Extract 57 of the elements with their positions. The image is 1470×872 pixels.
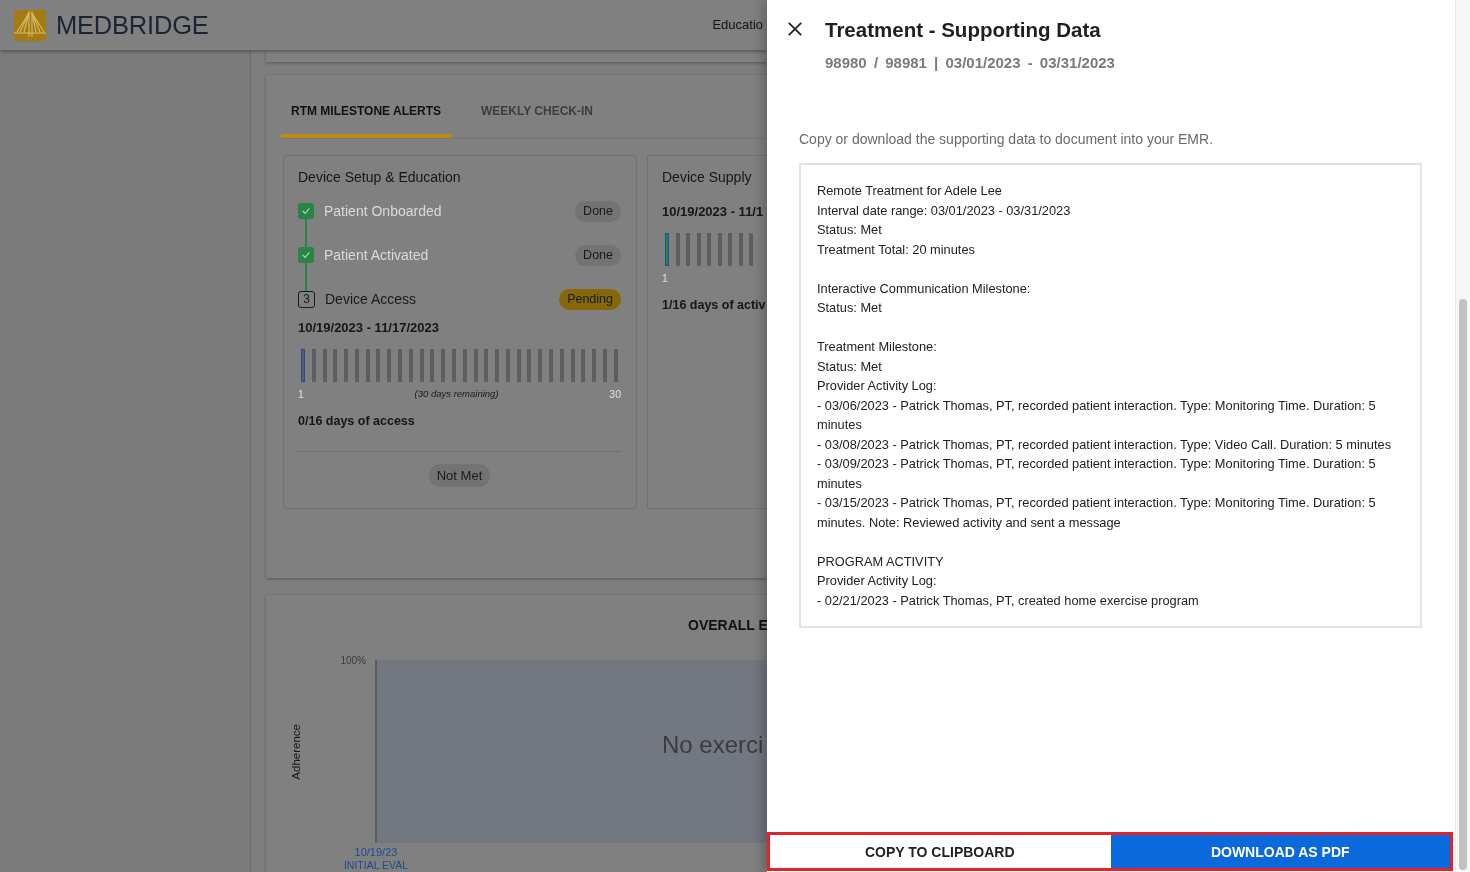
report-line: Status: Met xyxy=(817,221,883,239)
report-line: - 03/09/2023 - Patrick Thomas, PT, recorded patient interaction. Type: Monitoring Time. Duration: 5 minutes xyxy=(817,455,1377,493)
report-line: Interactive Communication Milestone: xyxy=(817,279,1032,298)
connector-line xyxy=(305,263,307,291)
report-line: Status: Met xyxy=(817,357,883,376)
step-label: Device Access xyxy=(325,290,417,308)
close-icon xyxy=(788,22,802,36)
report-line: Remote Treatment for Adele Lee xyxy=(817,182,1003,200)
check-icon xyxy=(298,203,314,219)
step-number: 3 xyxy=(298,290,315,308)
tab[interactable]: WEEKLY CHECK-IN xyxy=(471,88,603,138)
close-button[interactable] xyxy=(787,21,803,37)
result-badge: Not Met xyxy=(428,464,491,487)
scrollbar-track[interactable] xyxy=(1455,0,1470,872)
nav-link[interactable]: Educatio xyxy=(712,17,763,33)
logo-icon xyxy=(14,9,46,41)
report-line: Interval date range: 03/01/2023 - 03/31/2023 xyxy=(817,201,1072,220)
scale-label: 30 xyxy=(609,388,621,400)
report-line: Treatment Total: 20 minutes xyxy=(817,240,976,259)
report-line: Status: Met xyxy=(817,299,883,317)
axis-tick-label: 100% xyxy=(340,655,366,666)
check-icon xyxy=(298,247,314,263)
status-badge: Pending xyxy=(559,288,621,310)
step-label: Patient Onboarded xyxy=(324,202,442,220)
drawer-description: Copy or download the supporting data to document into your EMR. xyxy=(799,130,1215,148)
date-range: 10/19/2023 - 11/1 xyxy=(662,204,764,220)
report-line: Provider Activity Log: xyxy=(817,377,938,395)
date-range: 10/19/2023 - 11/17/2023 xyxy=(298,320,439,336)
scale-label: 1 xyxy=(662,272,668,284)
days-summary: 1/16 days of activ xyxy=(662,297,766,313)
chart-title: OVERALL E xyxy=(688,616,767,634)
report-line: Treatment Milestone: xyxy=(817,338,938,356)
report-line: - 02/21/2023 - Patrick Thomas, PT, created home exercise program xyxy=(817,591,1200,610)
card-title: Device Setup & Education xyxy=(298,168,461,186)
drawer-title: Treatment - Supporting Data xyxy=(825,18,1102,42)
scale-label: 1 xyxy=(298,388,304,400)
days-summary: 0/16 days of access xyxy=(298,413,415,429)
status-badge: Done xyxy=(575,244,621,266)
logo-wordmark: MEDBRIDGE xyxy=(56,10,209,40)
connector-line xyxy=(305,219,307,247)
download-button[interactable]: DOWNLOAD AS PDF xyxy=(1110,835,1450,868)
report-line: - 03/15/2023 - Patrick Thomas, PT, recorded patient interaction. Type: Monitoring Time. Duration: 5 minutes. Note: Reviewed activity and sent a message xyxy=(817,494,1377,532)
axis-title: Adherence xyxy=(289,723,303,780)
report-line: - 03/08/2023 - Patrick Thomas, PT, recorded patient interaction. Type: Video Call. Duration: 5 minutes xyxy=(817,435,1393,454)
days-remaining: (30 days remaining) xyxy=(414,388,499,400)
scrollbar-thumb[interactable] xyxy=(1459,299,1467,870)
axis-tick-label: 10/19/23 xyxy=(354,846,398,859)
empty-message: No exerci xyxy=(662,730,764,759)
report-line: PROGRAM ACTIVITY xyxy=(817,552,945,571)
drawer-subtitle: 98980 / 98981 | 03/01/2023 - 03/31/2023 xyxy=(825,54,1115,72)
axis-tick-caption: INITIAL EVAL xyxy=(343,859,409,871)
status-badge: Done xyxy=(575,200,621,222)
card-title: Device Supply xyxy=(662,168,752,186)
step-label: Patient Activated xyxy=(324,246,429,264)
tab[interactable]: RTM MILESTONE ALERTS xyxy=(281,88,451,138)
report-line: - 03/06/2023 - Patrick Thomas, PT, recorded patient interaction. Type: Monitoring Time. Duration: 5 minutes xyxy=(817,396,1377,434)
report-line: Provider Activity Log: xyxy=(817,572,938,590)
